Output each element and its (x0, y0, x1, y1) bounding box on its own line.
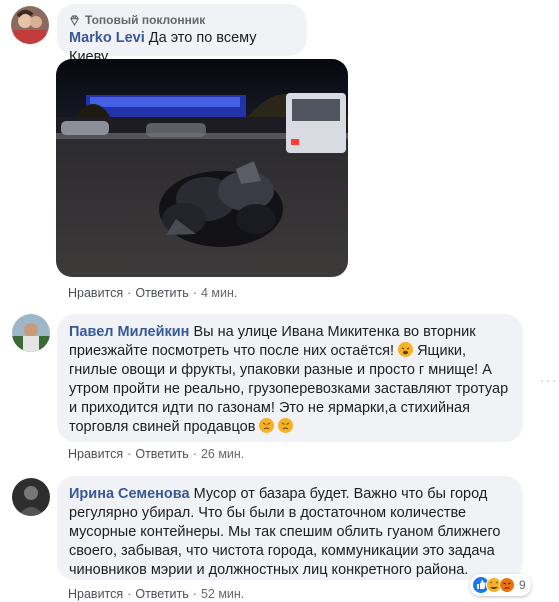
top-fan-badge-icon (70, 14, 79, 26)
angry-reaction-icon (499, 577, 515, 593)
reaction-count: 9 (519, 578, 526, 592)
comment-bubble: Ирина Семенова Мусор от базара будет. Ва… (57, 476, 523, 580)
reactions-summary[interactable]: 9 (470, 574, 531, 596)
reply-link[interactable]: Ответить (135, 447, 188, 461)
angry-emoji-icon (278, 418, 294, 433)
comment-bubble: Топовый поклонник Marko Levi Да это по в… (57, 4, 307, 65)
avatar-marko-levi[interactable] (11, 6, 49, 44)
reply-link[interactable]: Ответить (135, 286, 188, 300)
avatar-pavel-mileykin[interactable] (12, 314, 50, 352)
avatar-irina-semenova[interactable] (12, 478, 50, 516)
comment-actions: Нравится · Ответить · 26 мин. (68, 447, 245, 461)
like-link[interactable]: Нравится (68, 286, 123, 300)
attached-photo[interactable] (56, 59, 348, 277)
comment-actions: Нравится · Ответить · 4 мин. (68, 286, 238, 300)
reply-link[interactable]: Ответить (135, 587, 188, 601)
more-options-icon[interactable]: ··· (540, 372, 557, 388)
comment-author[interactable]: Ирина Семенова (69, 486, 190, 502)
comment-time[interactable]: 26 мин. (201, 447, 244, 461)
comment-time[interactable]: 52 мин. (201, 587, 244, 601)
comment-actions: Нравится · Ответить · 52 мин. (68, 587, 245, 601)
tired-emoji-icon (398, 342, 414, 357)
comment-author[interactable]: Павел Милейкин (69, 324, 189, 340)
angry-emoji-icon (259, 418, 275, 433)
comment-author[interactable]: Marko Levi (69, 30, 145, 46)
top-fan-badge: Топовый поклонник (69, 12, 295, 28)
top-fan-label: Топовый поклонник (85, 13, 206, 27)
like-link[interactable]: Нравится (68, 587, 123, 601)
like-link[interactable]: Нравится (68, 447, 123, 461)
comment-bubble: Павел Милейкин Вы на улице Ивана Микитен… (57, 314, 523, 442)
comment-time[interactable]: 4 мин. (201, 286, 237, 300)
